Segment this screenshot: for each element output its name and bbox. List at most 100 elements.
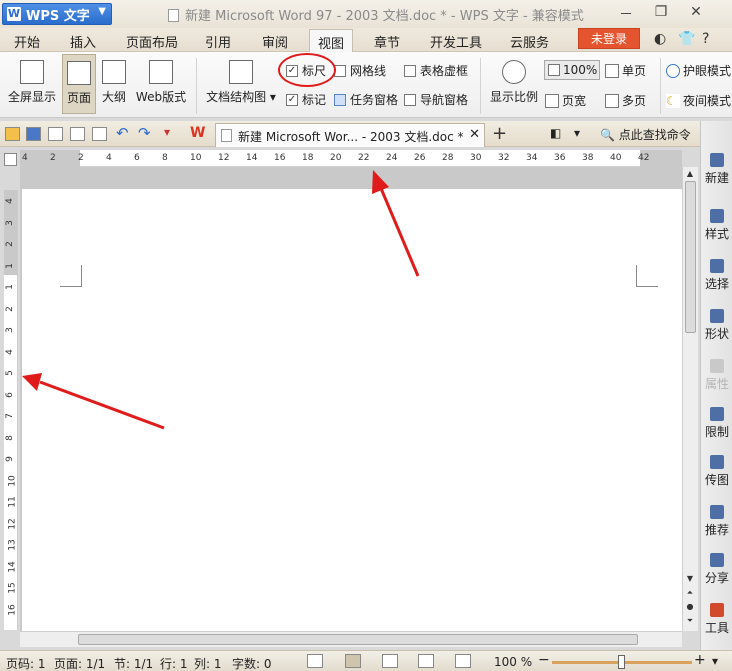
skin-icon[interactable]: ◐ bbox=[654, 31, 666, 47]
eye-mode-button[interactable]: 护眼模式 bbox=[666, 62, 732, 79]
markup-checkbox[interactable]: ✓ 标记 bbox=[286, 91, 326, 108]
shapes-icon bbox=[710, 309, 724, 323]
print-preview-icon[interactable] bbox=[92, 127, 107, 141]
minimize-icon[interactable]: － bbox=[614, 4, 638, 24]
tab-developer[interactable]: 开发工具 bbox=[430, 32, 482, 51]
web-layout-icon bbox=[149, 60, 173, 84]
ruler-number: 4 bbox=[22, 153, 28, 163]
shirt-icon[interactable]: 👕 bbox=[678, 31, 695, 47]
horizontal-scroll-thumb[interactable] bbox=[78, 634, 638, 645]
export-pdf-icon[interactable] bbox=[48, 127, 63, 141]
save-icon[interactable] bbox=[26, 127, 41, 141]
tab-references[interactable]: 引用 bbox=[205, 32, 231, 51]
vertical-scroll-thumb[interactable] bbox=[685, 181, 696, 333]
tab-insert[interactable]: 插入 bbox=[70, 32, 96, 51]
tab-start[interactable]: 开始 bbox=[14, 32, 40, 51]
document-tab[interactable]: 新建 Microsoft Wor... - 2003 文档.doc * ✕ bbox=[215, 123, 485, 147]
zoom-100-icon bbox=[548, 64, 560, 76]
customize-icon[interactable]: ▾ bbox=[164, 125, 170, 139]
pane-styles[interactable]: 样式 bbox=[701, 209, 732, 242]
close-tab-icon[interactable]: ✕ bbox=[469, 127, 480, 142]
scroll-up-icon[interactable]: ▲ bbox=[683, 168, 697, 180]
task-pane-checkbox[interactable]: 任务窗格 bbox=[334, 91, 398, 108]
multi-page-button[interactable]: 多页 bbox=[605, 92, 646, 109]
reading-mode-icon[interactable] bbox=[455, 654, 471, 668]
zoom-in-icon[interactable]: + bbox=[694, 652, 706, 668]
pane-share[interactable]: 分享 bbox=[701, 553, 732, 586]
status-column: 列: 1 bbox=[194, 657, 222, 671]
image-icon bbox=[710, 455, 724, 469]
open-icon[interactable] bbox=[5, 127, 20, 141]
single-page-button[interactable]: 单页 bbox=[605, 62, 646, 79]
fullscreen-view-icon[interactable] bbox=[307, 654, 323, 668]
outline-view-button[interactable]: 大纲 bbox=[98, 54, 130, 114]
vertical-ruler[interactable]: 4 3 2 1 1 2 3 4 5 6 7 8 9 10 11 12 13 14 15 16 bbox=[4, 190, 18, 630]
gridlines-checkbox[interactable]: 网格线 bbox=[334, 62, 386, 79]
login-button[interactable]: 未登录 bbox=[578, 28, 640, 49]
fullscreen-button[interactable]: 全屏显示 bbox=[4, 54, 60, 114]
tab-page-layout[interactable]: 页面布局 bbox=[126, 32, 178, 51]
horizontal-ruler[interactable]: 4 2 2 4 6 8 10 12 14 16 18 20 22 24 26 28 30 32 34 36 38 40 42 bbox=[20, 150, 682, 167]
ruler-number: 15 bbox=[7, 582, 18, 594]
command-search[interactable]: 🔍 点此查找命令 bbox=[600, 126, 691, 143]
web-view-button[interactable]: Web版式 bbox=[132, 54, 190, 114]
page-view-button[interactable]: 页面 bbox=[62, 54, 96, 114]
zoom-100-button[interactable]: 100% bbox=[544, 60, 600, 80]
help-icon[interactable]: ? bbox=[702, 31, 709, 47]
ruler-number: 18 bbox=[302, 153, 314, 163]
pane-properties[interactable]: 属性 bbox=[701, 359, 732, 392]
page-width-button[interactable]: 页宽 bbox=[545, 92, 586, 109]
status-zoom-value: 100 % bbox=[494, 655, 533, 669]
tab-section[interactable]: 章节 bbox=[374, 32, 400, 51]
restore-icon[interactable]: ❐ bbox=[649, 4, 673, 20]
tab-view[interactable]: 视图 bbox=[309, 29, 354, 53]
pane-new[interactable]: 新建 bbox=[701, 153, 732, 186]
ruler-number: 4 bbox=[106, 153, 112, 163]
ruler-number: 2 bbox=[78, 153, 84, 163]
print-icon[interactable] bbox=[70, 127, 85, 141]
tab-list-icon[interactable]: ◧ bbox=[550, 126, 561, 140]
zoom-100-label: 100% bbox=[563, 63, 598, 77]
pane-select[interactable]: 选择 bbox=[701, 259, 732, 292]
scroll-down-icon[interactable]: ▼ bbox=[683, 573, 697, 585]
redo-icon[interactable]: ↷ bbox=[138, 124, 151, 142]
pane-recommend[interactable]: 推荐 bbox=[701, 505, 732, 538]
page-view-icon[interactable] bbox=[345, 654, 361, 668]
table-gridlines-checkbox[interactable]: 表格虚框 bbox=[404, 62, 468, 79]
tab-stop-selector[interactable] bbox=[4, 153, 17, 166]
close-icon[interactable]: ✕ bbox=[684, 4, 708, 20]
nav-pane-checkbox[interactable]: 导航窗格 bbox=[404, 91, 468, 108]
night-mode-button[interactable]: ☾ 夜间模式 bbox=[666, 92, 732, 109]
plus-icon bbox=[710, 153, 724, 167]
prev-page-icon[interactable]: ⏶ bbox=[683, 587, 697, 599]
browse-object-icon[interactable]: ● bbox=[683, 601, 697, 613]
zoom-slider-knob[interactable] bbox=[618, 655, 625, 669]
window-title: 新建 Microsoft Word 97 - 2003 文档.doc * - W… bbox=[168, 5, 584, 24]
zoom-out-icon[interactable]: − bbox=[538, 652, 550, 668]
next-page-icon[interactable]: ⏷ bbox=[683, 615, 697, 627]
pane-tools[interactable]: 工具 bbox=[701, 603, 732, 636]
status-menu-icon[interactable]: ▾ bbox=[712, 654, 718, 668]
checkbox-box bbox=[404, 93, 416, 106]
zoom-button[interactable]: 显示比例 bbox=[486, 54, 542, 114]
new-tab-icon[interactable]: + bbox=[492, 123, 507, 144]
wps-w-icon[interactable]: W bbox=[190, 125, 205, 141]
pane-send-image[interactable]: 传图 bbox=[701, 455, 732, 488]
single-page-icon bbox=[605, 63, 619, 78]
tab-cloud[interactable]: 云服务 bbox=[510, 32, 549, 51]
web-view-icon[interactable] bbox=[418, 654, 434, 668]
pane-shapes[interactable]: 形状 bbox=[701, 309, 732, 342]
tab-menu-icon[interactable]: ▾ bbox=[574, 126, 580, 140]
ruler-number: 22 bbox=[358, 153, 370, 163]
undo-icon[interactable]: ↶ bbox=[116, 124, 129, 142]
tab-review[interactable]: 审阅 bbox=[262, 32, 288, 51]
pane-restrict[interactable]: 限制 bbox=[701, 407, 732, 440]
doc-structure-button[interactable]: 文档结构图 ▾ bbox=[204, 54, 278, 114]
outline-view-icon[interactable] bbox=[382, 654, 398, 668]
vertical-scrollbar[interactable]: ▲ ▼ ⏶ ● ⏷ bbox=[682, 167, 698, 631]
pane-shapes-label: 形状 bbox=[704, 327, 729, 341]
document-page[interactable] bbox=[22, 189, 682, 631]
horizontal-scrollbar[interactable] bbox=[20, 631, 682, 647]
lock-icon bbox=[710, 407, 724, 421]
app-menu-button[interactable]: W WPS 文字 ▼ bbox=[2, 3, 112, 25]
